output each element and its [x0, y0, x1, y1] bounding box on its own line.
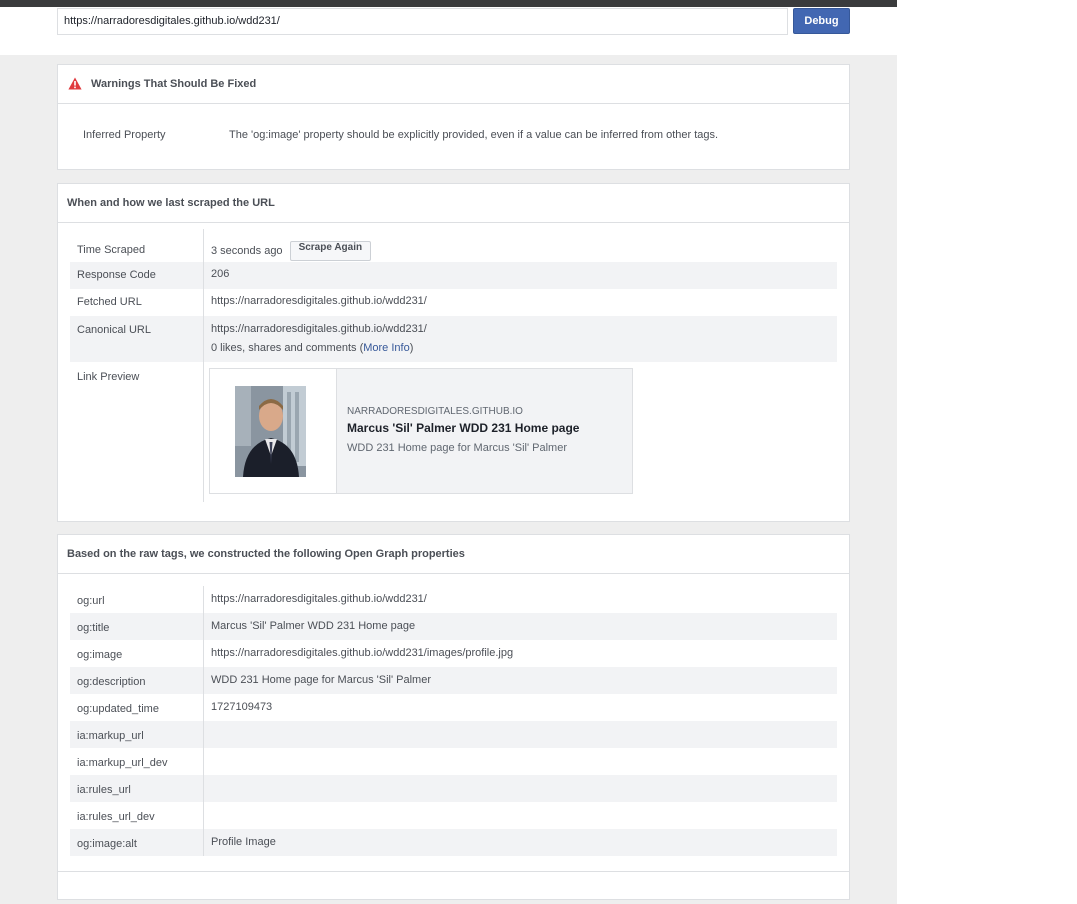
og-table: og:url https://narradoresdigitales.github…	[70, 586, 837, 856]
preview-description: WDD 231 Home page for Marcus 'Sil' Palme…	[347, 442, 567, 454]
url-bar: Debug	[0, 7, 897, 55]
table-row: og:title Marcus 'Sil' Palmer WDD 231 Home…	[70, 613, 837, 640]
og-value: WDD 231 Home page for Marcus 'Sil' Palme…	[211, 674, 431, 686]
scrape-panel: When and how we last scraped the URL Tim…	[57, 183, 850, 522]
canonical-url-link[interactable]: https://narradoresdigitales.github.io/wd…	[211, 323, 427, 335]
og-value: https://narradoresdigitales.github.io/wd…	[211, 647, 514, 659]
table-row: og:description WDD 231 Home page for Marc…	[70, 667, 837, 694]
warnings-header: Warnings That Should Be Fixed	[58, 65, 849, 104]
scrape-table: Time Scraped 3 seconds ago Scrape Again R…	[70, 229, 837, 502]
og-key: og:image:alt	[77, 838, 137, 850]
table-row: og:image https://narradoresdigitales.gith…	[70, 640, 837, 667]
response-code-label: Response Code	[77, 269, 156, 281]
link-preview-label: Link Preview	[77, 371, 140, 383]
scrape-again-button[interactable]: Scrape Again	[289, 241, 372, 261]
og-title: Based on the raw tags, we constructed th…	[67, 548, 465, 560]
table-row: og:image:alt Profile Image	[70, 829, 837, 856]
table-row: Fetched URL https://narradoresdigitales.…	[70, 289, 837, 316]
warning-icon	[68, 77, 82, 90]
preview-text: NARRADORESDIGITALES.GITHUB.IO Marcus 'Si…	[337, 369, 632, 493]
og-key: ia:markup_url_dev	[77, 757, 168, 769]
og-key: og:updated_time	[77, 703, 159, 715]
warning-message: The 'og:image' property should be explic…	[229, 129, 719, 141]
profile-photo	[235, 386, 306, 477]
scrape-title: When and how we last scraped the URL	[67, 197, 275, 209]
warnings-panel: Warnings That Should Be Fixed Inferred P…	[57, 64, 850, 170]
time-scraped-value: 3 seconds ago Scrape Again	[211, 241, 372, 261]
og-properties-panel: Based on the raw tags, we constructed th…	[57, 534, 850, 900]
response-code-value: 206	[211, 268, 230, 280]
og-key: og:description	[77, 676, 146, 688]
main-content: Warnings That Should Be Fixed Inferred P…	[0, 55, 897, 904]
time-scraped-label: Time Scraped	[77, 244, 146, 256]
og-value: Profile Image	[211, 836, 276, 848]
canonical-url-label: Canonical URL	[77, 324, 151, 336]
panel-divider	[58, 871, 849, 872]
table-row: Canonical URL https://narradoresdigitale…	[70, 316, 837, 362]
og-header: Based on the raw tags, we constructed th…	[58, 535, 849, 574]
og-key: og:url	[77, 595, 105, 607]
preview-domain: NARRADORESDIGITALES.GITHUB.IO	[347, 406, 523, 417]
og-value: https://narradoresdigitales.github.io/wd…	[211, 593, 427, 605]
table-row: ia:rules_url_dev	[70, 802, 837, 829]
warnings-title: Warnings That Should Be Fixed	[91, 78, 257, 90]
table-row: ia:markup_url_dev	[70, 748, 837, 775]
table-row: ia:markup_url	[70, 721, 837, 748]
og-value: Marcus 'Sil' Palmer WDD 231 Home page	[211, 620, 416, 632]
more-info-link[interactable]: More Info	[363, 342, 409, 354]
table-row: og:updated_time 1727109473	[70, 694, 837, 721]
table-row: Response Code 206	[70, 262, 837, 289]
og-key: ia:rules_url	[77, 784, 131, 796]
top-bar	[0, 0, 897, 7]
engagement-text: 0 likes, shares and comments (More Info)	[211, 342, 414, 354]
fetched-url-link[interactable]: https://narradoresdigitales.github.io/wd…	[211, 295, 427, 307]
warning-label: Inferred Property	[83, 129, 166, 141]
og-key: og:title	[77, 622, 110, 634]
og-value: 1727109473	[211, 701, 273, 713]
url-input[interactable]	[57, 8, 788, 35]
fetched-url-label: Fetched URL	[77, 296, 142, 308]
og-key: ia:rules_url_dev	[77, 811, 155, 823]
scrape-header: When and how we last scraped the URL	[58, 184, 849, 223]
preview-title: Marcus 'Sil' Palmer WDD 231 Home page	[347, 421, 580, 435]
og-key: ia:markup_url	[77, 730, 144, 742]
link-preview-card[interactable]: NARRADORESDIGITALES.GITHUB.IO Marcus 'Si…	[209, 368, 633, 494]
table-row: ia:rules_url	[70, 775, 837, 802]
table-row: og:url https://narradoresdigitales.github…	[70, 586, 837, 613]
debug-button[interactable]: Debug	[793, 8, 850, 34]
preview-image	[210, 369, 337, 493]
table-row: Link Preview NARRADORESDIGITALES.GITHUB.…	[70, 362, 837, 502]
table-row: Time Scraped 3 seconds ago Scrape Again	[70, 229, 837, 262]
og-key: og:image	[77, 649, 123, 661]
